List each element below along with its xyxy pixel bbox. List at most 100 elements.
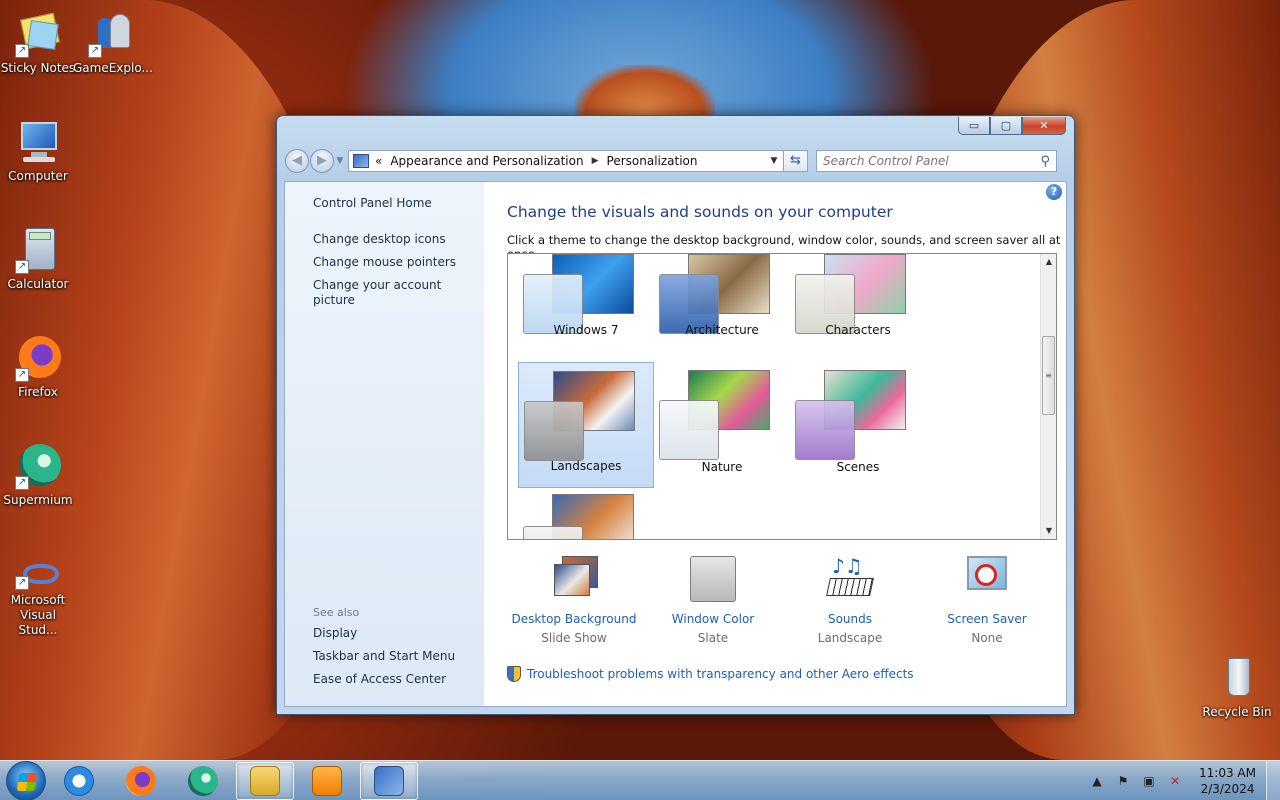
theme-windows-7[interactable]: Windows 7 [518,254,654,351]
desktop-background-icon [548,556,600,606]
back-button[interactable]: ◀ [285,149,309,173]
taskbar-supermium[interactable] [174,762,232,800]
desktop-background-setting[interactable]: Desktop Background Slide Show [504,556,644,645]
theme-label: Windows 7 [553,323,619,337]
help-icon[interactable]: ? [1046,184,1062,200]
theme-landscapes[interactable]: Landscapes [518,362,654,488]
address-bar[interactable]: « Appearance and Personalization ▶ Perso… [348,150,784,172]
scroll-down-icon[interactable]: ▼ [1041,523,1056,539]
left-pane: Control Panel Home Change desktop icons … [285,182,484,706]
desktop-icon-computer[interactable]: Computer [0,120,76,184]
see-also-section: See also Display Taskbar and Start Menu … [313,606,455,695]
scroll-up-icon[interactable]: ▲ [1041,254,1056,270]
desktop-icon-visual-studio[interactable]: ↗ Microsoft Visual Stud... [0,560,76,638]
theme-scenes[interactable]: Scenes [790,362,926,488]
theme-label: Nature [701,460,743,474]
taskbar-windows-explorer[interactable] [236,761,294,800]
action-center-flag-icon[interactable]: ⚑ [1115,773,1131,789]
taskbar-media-player[interactable] [298,762,356,800]
maximize-button[interactable]: ▢ [990,117,1022,135]
main-pane: ? Change the visuals and sounds on your … [484,182,1066,706]
screen-saver-link[interactable]: Screen Saver [917,612,1057,626]
desktop-icon-label: Recycle Bin [1202,705,1272,719]
minimize-button[interactable]: ▭ [958,117,990,135]
desktop-icon-label: Supermium [3,493,73,507]
scrollbar-thumb[interactable]: ≡ [1042,336,1055,415]
theme-label: Scenes [836,460,880,474]
address-dropdown-icon[interactable]: ▼ [765,156,783,166]
sounds-value: Landscape [817,631,883,645]
taskbar-internet-explorer[interactable] [50,762,108,800]
notification-area: ▲ ⚑ ▣ ✕ 11:03 AM 2/3/2024 [1089,761,1256,800]
desktop-icon-recycle-bin[interactable]: Recycle Bin [1199,656,1275,720]
theme-label: Landscapes [550,459,622,473]
search-icon[interactable]: ⚲ [1040,154,1050,169]
theme-settings: Desktop Background Slide Show Window Col… [507,556,1057,656]
search-box[interactable]: ⚲ [816,150,1057,172]
taskbar-control-panel[interactable] [360,761,418,800]
close-button[interactable]: ✕ [1022,117,1066,135]
shield-icon [507,666,521,682]
personalization-window: ▭ ▢ ✕ ◀ ▶ ▼ « Appearance and Personaliza… [276,115,1075,715]
window-color-link[interactable]: Window Color [643,612,783,626]
sticky-notes-icon: ↗ [15,12,61,58]
address-overflow-chevron[interactable]: « [375,154,382,168]
window-color-setting[interactable]: Window Color Slate [643,556,783,645]
theme-architecture[interactable]: Architecture [654,254,790,351]
window-color-icon [687,556,739,606]
theme-characters[interactable]: Characters [790,254,926,351]
desktop-background-link[interactable]: Desktop Background [504,612,644,626]
taskbar-firefox[interactable] [112,762,170,800]
volume-muted-icon[interactable]: ✕ [1167,773,1183,789]
visual-studio-icon: ↗ [15,560,61,590]
sounds-setting[interactable]: ♪♫ Sounds Landscape [780,556,920,645]
firefox-icon: ↗ [15,336,61,382]
desktop-icon-firefox[interactable]: ↗ Firefox [0,336,76,400]
theme-list-scrollbar[interactable]: ▲ ≡ ▼ [1040,254,1056,539]
theme-color-swatch [524,401,584,461]
forward-button[interactable]: ▶ [310,149,334,173]
theme-label: Characters [825,323,891,337]
breadcrumb-personalization[interactable]: Personalization [607,154,698,168]
change-account-picture-link[interactable]: Change your account picture [313,278,484,308]
theme-list: Windows 7 Architecture Characters Landsc… [507,253,1057,540]
recent-pages-dropdown[interactable]: ▼ [334,156,346,166]
sounds-link[interactable]: Sounds [780,612,920,626]
taskbar-start-menu-link[interactable]: Taskbar and Start Menu [313,649,455,664]
refresh-button[interactable]: ⇆ [784,150,808,172]
troubleshoot-row: Troubleshoot problems with transparency … [507,666,914,682]
breadcrumb-appearance[interactable]: Appearance and Personalization [390,154,583,168]
theme-partially-visible[interactable] [518,490,654,539]
change-desktop-icons-link[interactable]: Change desktop icons [313,232,484,247]
control-panel-icon [353,154,369,168]
show-hidden-icons-icon[interactable]: ▲ [1089,773,1105,789]
theme-nature[interactable]: Nature [654,362,790,488]
screen-saver-setting[interactable]: Screen Saver None [917,556,1057,645]
theme-color-swatch [523,526,583,539]
desktop-background-value: Slide Show [541,631,607,645]
clock-time: 11:03 AM [1199,766,1256,780]
recycle-bin-icon [1214,656,1260,702]
supermium-icon: ↗ [15,444,61,490]
page-title: Change the visuals and sounds on your co… [507,203,893,221]
desktop-icon-supermium[interactable]: ↗ Supermium [0,444,76,508]
clock-date: 2/3/2024 [1200,782,1255,796]
network-icon[interactable]: ▣ [1141,773,1157,789]
display-link[interactable]: Display [313,626,455,641]
desktop-icon-label: Calculator [7,277,69,291]
change-mouse-pointers-link[interactable]: Change mouse pointers [313,255,484,270]
search-input[interactable] [823,154,1041,168]
clock[interactable]: 11:03 AM 2/3/2024 [1199,765,1256,797]
breadcrumb-separator-icon[interactable]: ▶ [592,156,599,166]
desktop-icon-gameexplorer[interactable]: ↗ GameExplo... [73,12,153,76]
desktop-icon-label: GameExplo... [73,61,153,75]
control-panel-home-link[interactable]: Control Panel Home [313,196,484,211]
window-color-value: Slate [697,631,729,645]
ease-of-access-link[interactable]: Ease of Access Center [313,672,455,687]
start-button[interactable] [6,760,46,800]
desktop-icon-calculator[interactable]: ↗ Calculator [0,228,76,292]
desktop-icon-sticky-notes[interactable]: ↗ Sticky Notes [0,12,76,76]
troubleshoot-aero-link[interactable]: Troubleshoot problems with transparency … [527,667,914,681]
firefox-icon [126,765,156,796]
show-desktop-button[interactable] [1266,761,1280,800]
